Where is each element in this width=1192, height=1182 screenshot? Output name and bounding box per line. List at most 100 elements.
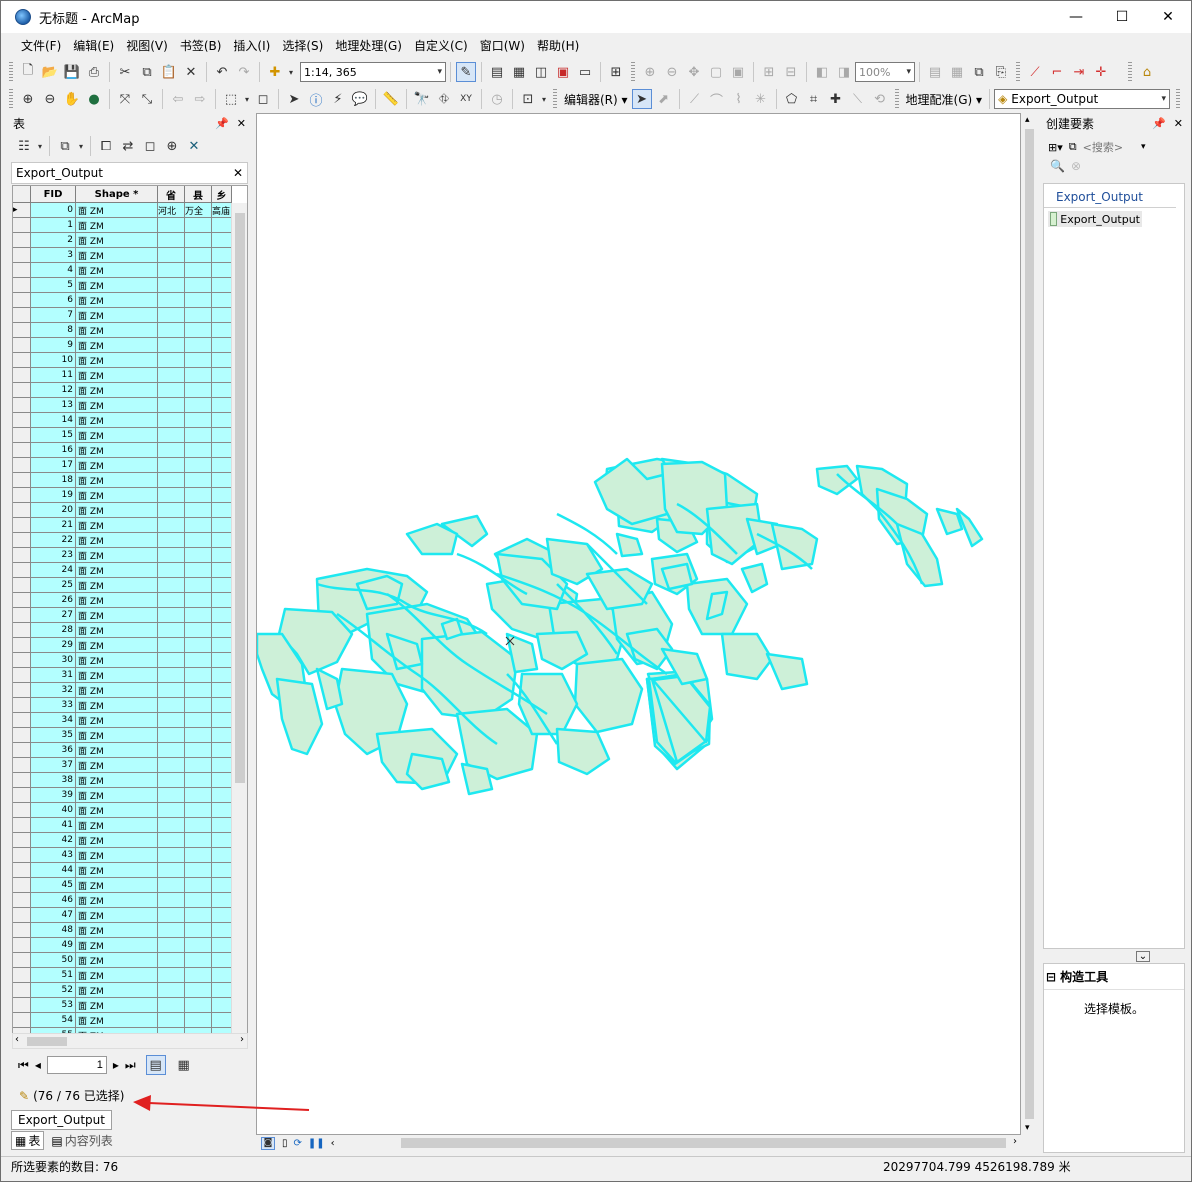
cell-xiang[interactable] bbox=[212, 833, 232, 848]
row-selector[interactable] bbox=[13, 293, 31, 308]
cell-fid[interactable]: 41 bbox=[31, 818, 76, 833]
column-header-fid[interactable]: FID bbox=[31, 186, 76, 203]
cell-xian[interactable] bbox=[185, 938, 212, 953]
cell-xian[interactable] bbox=[185, 773, 212, 788]
cell-fid[interactable]: 45 bbox=[31, 878, 76, 893]
row-selector[interactable] bbox=[13, 998, 31, 1013]
toolbar-grip[interactable] bbox=[631, 62, 635, 82]
row-selector[interactable] bbox=[13, 1013, 31, 1028]
row-selector[interactable] bbox=[13, 653, 31, 668]
polygon-feature[interactable] bbox=[615, 532, 644, 558]
cell-fid[interactable]: 7 bbox=[31, 308, 76, 323]
cell-xiang[interactable] bbox=[212, 413, 232, 428]
cell-fid[interactable]: 12 bbox=[31, 383, 76, 398]
cell-shape[interactable]: 面 ZM bbox=[76, 833, 158, 848]
related-tables-icon[interactable]: ⧉ bbox=[55, 136, 75, 156]
table-row[interactable]: 12 面 ZM bbox=[13, 383, 232, 398]
organize-templates-icon[interactable]: ⊞▾ bbox=[1048, 141, 1063, 154]
layout-zoom-select[interactable]: 100% ▾ bbox=[855, 62, 915, 82]
table-row[interactable]: 29 面 ZM bbox=[13, 638, 232, 653]
table-row[interactable]: 21 面 ZM bbox=[13, 518, 232, 533]
polygon-feature[interactable] bbox=[315, 667, 344, 711]
cell-xian[interactable] bbox=[185, 788, 212, 803]
cell-xiang[interactable] bbox=[212, 368, 232, 383]
pause-drawing-icon[interactable]: ❚❚ bbox=[308, 1138, 325, 1149]
cell-xiang[interactable] bbox=[212, 653, 232, 668]
cell-shape[interactable]: 面 ZM bbox=[76, 923, 158, 938]
cell-xian[interactable] bbox=[185, 803, 212, 818]
cell-xiang[interactable] bbox=[212, 398, 232, 413]
column-header-xiang[interactable]: 乡 bbox=[212, 186, 232, 203]
rotate-icon[interactable]: ⟲ bbox=[870, 89, 890, 109]
cell-fid[interactable]: 25 bbox=[31, 578, 76, 593]
toolbar-grip[interactable] bbox=[1016, 62, 1020, 82]
menu-windows[interactable]: 窗口(W) bbox=[474, 36, 531, 56]
scroll-right-icon[interactable]: › bbox=[240, 1034, 244, 1045]
end-point-arc-icon[interactable]: ⌒ bbox=[707, 89, 727, 109]
cell-xiang[interactable] bbox=[212, 533, 232, 548]
scroll-right-icon[interactable]: › bbox=[1013, 1136, 1017, 1147]
pin-icon[interactable]: 📌 bbox=[215, 117, 229, 130]
cell-sheng[interactable] bbox=[158, 863, 185, 878]
table-row[interactable]: 1面 ZM bbox=[13, 218, 232, 233]
table-horizontal-scrollbar[interactable]: ‹ › bbox=[12, 1033, 248, 1049]
cell-sheng[interactable] bbox=[158, 788, 185, 803]
zoom-in-icon[interactable]: ⊕ bbox=[18, 89, 38, 109]
cell-fid[interactable]: 8 bbox=[31, 323, 76, 338]
cell-xian[interactable] bbox=[185, 608, 212, 623]
row-selector[interactable] bbox=[13, 578, 31, 593]
row-selector[interactable]: ▸ bbox=[13, 203, 31, 218]
table-options-icon[interactable]: ☷ bbox=[14, 136, 34, 156]
table-horizontal-scroll-thumb[interactable] bbox=[27, 1037, 67, 1046]
next-extent-icon[interactable]: ◨ bbox=[834, 62, 854, 82]
table-row[interactable]: 54 面 ZM bbox=[13, 1013, 232, 1028]
cell-xian[interactable] bbox=[185, 593, 212, 608]
clear-selection-icon[interactable]: ◻ bbox=[253, 89, 273, 109]
cell-fid[interactable]: 31 bbox=[31, 668, 76, 683]
cell-sheng[interactable] bbox=[158, 413, 185, 428]
polygon-feature[interactable] bbox=[720, 632, 774, 681]
select-dropdown-icon[interactable]: ▾ bbox=[243, 89, 251, 109]
cell-xiang[interactable] bbox=[212, 233, 232, 248]
cell-fid[interactable]: 44 bbox=[31, 863, 76, 878]
menu-bookmarks[interactable]: 书签(B) bbox=[174, 36, 228, 56]
table-vertical-scrollbar[interactable]: ▾ bbox=[231, 203, 247, 1044]
split-icon[interactable]: ⇥ bbox=[1069, 62, 1089, 82]
cell-fid[interactable]: 38 bbox=[31, 773, 76, 788]
cell-xiang[interactable] bbox=[212, 923, 232, 938]
save-icon[interactable]: 💾 bbox=[62, 62, 82, 82]
collapse-panel-icon[interactable]: ⌄ bbox=[1136, 951, 1150, 962]
table-row[interactable]: 24 面 ZM bbox=[13, 563, 232, 578]
measure-icon[interactable]: 📏 bbox=[381, 89, 401, 109]
cell-fid[interactable]: 34 bbox=[31, 713, 76, 728]
maximize-button[interactable]: ☐ bbox=[1099, 1, 1145, 33]
cell-sheng[interactable] bbox=[158, 458, 185, 473]
cell-xiang[interactable] bbox=[212, 353, 232, 368]
cell-xiang[interactable] bbox=[212, 623, 232, 638]
straight-segment-icon[interactable]: ⟋ bbox=[685, 89, 705, 109]
layout-view-icon[interactable]: ▯ bbox=[282, 1138, 288, 1149]
cell-xian[interactable] bbox=[185, 698, 212, 713]
cell-sheng[interactable] bbox=[158, 848, 185, 863]
polygon-feature[interactable] bbox=[740, 562, 769, 594]
cut-icon[interactable]: ✂ bbox=[115, 62, 135, 82]
cell-xian[interactable] bbox=[185, 758, 212, 773]
cell-shape[interactable]: 面 ZM bbox=[76, 908, 158, 923]
cell-fid[interactable]: 27 bbox=[31, 608, 76, 623]
cell-shape[interactable]: 面 ZM bbox=[76, 638, 158, 653]
cell-shape[interactable]: 面 ZM bbox=[76, 308, 158, 323]
cell-sheng[interactable] bbox=[158, 818, 185, 833]
cell-xiang[interactable] bbox=[212, 488, 232, 503]
reshape-feature-icon[interactable]: ⌗ bbox=[804, 89, 824, 109]
cell-shape[interactable]: 面 ZM bbox=[76, 338, 158, 353]
cell-shape[interactable]: 面 ZM bbox=[76, 1013, 158, 1028]
row-selector[interactable] bbox=[13, 593, 31, 608]
cell-sheng[interactable] bbox=[158, 533, 185, 548]
column-header-sheng[interactable]: 省 bbox=[158, 186, 185, 203]
cell-shape[interactable]: 面 ZM bbox=[76, 203, 158, 218]
cell-xian[interactable] bbox=[185, 908, 212, 923]
cell-xian[interactable] bbox=[185, 233, 212, 248]
add-data-icon[interactable]: ✚ bbox=[265, 62, 285, 82]
cell-sheng[interactable] bbox=[158, 518, 185, 533]
cell-xian[interactable] bbox=[185, 428, 212, 443]
